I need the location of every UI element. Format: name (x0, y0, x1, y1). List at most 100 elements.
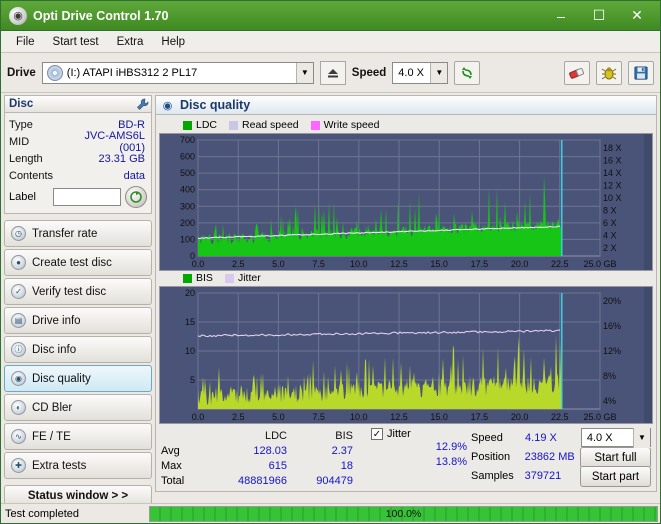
save-icon (634, 65, 648, 80)
legend-bottom: BIS Jitter (159, 271, 653, 286)
speed-row: Speed 4.19 X 4.0 X ▼ (471, 427, 651, 448)
bug-button[interactable] (596, 60, 622, 85)
refresh-button[interactable] (454, 60, 481, 85)
stats-header-row: LDC BIS (161, 428, 371, 443)
svg-text:25.0 GB: 25.0 GB (583, 259, 616, 269)
sidebar-item-create-test-disc[interactable]: ● Create test disc (4, 249, 152, 276)
ldc-chart: 0.0 2.5 5.0 7.5 10.0 12.5 15.0 17.5 20.0 22.5 25.0… (159, 133, 653, 271)
stats-row-name: Avg (161, 444, 180, 457)
disc-label-input[interactable] (53, 188, 121, 206)
disc-length-key: Length (9, 152, 43, 165)
svg-text:8%: 8% (603, 371, 616, 381)
disc-label-key: Label (9, 191, 36, 203)
save-button[interactable] (628, 60, 654, 85)
sidebar-item-disc-quality[interactable]: ◉ Disc quality (4, 365, 152, 392)
disc-refresh-icon[interactable] (125, 186, 147, 208)
cd-icon: ◐ (11, 400, 26, 415)
position-row: Position 23862 MB Start full (471, 447, 651, 468)
sidebar-item-label: Extra tests (32, 459, 87, 472)
legend-swatch-bis (183, 273, 192, 283)
sidebar-item-label: Transfer rate (32, 227, 98, 240)
erase-button[interactable] (564, 60, 590, 85)
table-row: Max 615 18 (161, 458, 371, 473)
svg-text:20.0: 20.0 (511, 259, 529, 269)
app-window: ◉ Opti Drive Control 1.70 – ☐ ✕ File Sta… (0, 0, 661, 524)
menu-item-start-test[interactable]: Start test (44, 34, 108, 50)
disc-label-row: Label (9, 186, 147, 208)
legend-label-ldc: LDC (196, 119, 218, 131)
disc-quality-title: Disc quality (180, 98, 251, 112)
check-disc-icon: ✓ (11, 284, 26, 299)
disc-panel-title: Disc (9, 98, 34, 110)
disc-row-length: Length 23.31 GB (9, 150, 147, 167)
close-button[interactable]: ✕ (618, 3, 656, 29)
menu-item-help[interactable]: Help (152, 34, 194, 50)
svg-text:18 X: 18 X (603, 143, 622, 153)
sidebar-item-disc-info[interactable]: ⓘ Disc info (4, 336, 152, 363)
sidebar-item-cd-bler[interactable]: ◐ CD Bler (4, 394, 152, 421)
svg-text:10 X: 10 X (603, 193, 622, 203)
bug-icon (601, 66, 617, 79)
chevron-down-icon[interactable]: ▼ (295, 62, 313, 83)
sidebar-item-label: CD Bler (32, 401, 73, 414)
svg-text:0.0: 0.0 (192, 412, 205, 422)
sidebar-item-fe-te[interactable]: ∿ FE / TE (4, 423, 152, 450)
jitter-checkbox-row[interactable]: ✓ Jitter (371, 428, 471, 440)
svg-text:10: 10 (185, 346, 195, 356)
start-full-button[interactable]: Start full (579, 447, 651, 468)
chevron-down-icon[interactable]: ▼ (430, 62, 448, 83)
stats-total-ldc: 48881966 (238, 474, 287, 487)
svg-text:4 X: 4 X (603, 231, 617, 241)
speed-select-bottom-value: 4.0 X (586, 431, 613, 444)
table-row: Avg 128.03 2.37 (161, 443, 371, 458)
sidebar-item-extra-tests[interactable]: ✚ Extra tests (4, 452, 152, 479)
position-label: Position (471, 450, 511, 463)
drive-select[interactable]: (I:) ATAPI iHBS312 2 PL17 ▼ (41, 61, 314, 84)
drive-icon: ▤ (11, 313, 26, 328)
speed-select[interactable]: 4.0 X ▼ (392, 61, 449, 84)
menu-item-extra[interactable]: Extra (108, 34, 153, 50)
maximize-button[interactable]: ☐ (580, 3, 618, 29)
disc-length-value: 23.31 GB (98, 152, 145, 165)
svg-text:12.5: 12.5 (390, 412, 408, 422)
disc-panel-header: Disc (4, 95, 152, 113)
quality-icon: ◉ (162, 99, 173, 112)
speed-select-bottom[interactable]: 4.0 X ▼ (580, 427, 651, 448)
svg-text:2.5: 2.5 (232, 259, 245, 269)
svg-text:12 X: 12 X (603, 181, 622, 191)
jitter-box: ✓ Jitter 12.9% 13.8% (371, 428, 471, 488)
position-value: 23862 MB (524, 450, 575, 463)
disc-type-key: Type (9, 118, 33, 131)
speed-readout-value: 4.19 X (525, 431, 557, 444)
title-bar: ◉ Opti Drive Control 1.70 – ☐ ✕ (1, 1, 660, 31)
jitter-checkbox[interactable]: ✓ (371, 428, 383, 440)
svg-text:4%: 4% (603, 396, 616, 406)
eject-button[interactable] (319, 60, 346, 85)
minimize-button[interactable]: – (542, 3, 580, 29)
table-row: Total 48881966 904479 (161, 473, 371, 488)
progress-text: 100.0% (385, 507, 422, 520)
stats-table: LDC BIS Avg 128.03 2.37 Max 615 18 Total… (161, 428, 371, 488)
bis-chart: 0.0 2.5 5.0 7.5 10.0 12.5 15.0 17.5 20.0 22.5 25.0… (159, 286, 653, 424)
svg-text:14 X: 14 X (603, 168, 622, 178)
chevron-down-icon[interactable]: ▼ (633, 427, 650, 448)
start-part-button[interactable]: Start part (579, 466, 651, 487)
speed-readout-label: Speed (471, 431, 503, 444)
svg-text:600: 600 (180, 152, 195, 162)
stats-row-name: Max (161, 459, 182, 472)
sidebar-item-verify-test-disc[interactable]: ✓ Verify test disc (4, 278, 152, 305)
svg-text:15.0: 15.0 (430, 412, 448, 422)
progress-bar: 100.0% (149, 505, 658, 522)
menu-item-file[interactable]: File (7, 34, 44, 50)
svg-text:17.5: 17.5 (471, 412, 489, 422)
sidebar-item-transfer-rate[interactable]: ◷ Transfer rate (4, 220, 152, 247)
legend-swatch-read-speed (229, 120, 239, 130)
wrench-icon[interactable] (135, 97, 149, 111)
svg-text:25.0 GB: 25.0 GB (583, 412, 616, 422)
svg-text:7.5: 7.5 (312, 412, 325, 422)
legend-top: LDC Read speed Write speed (159, 118, 653, 133)
disc-row-mid: MID JVC-AMS6L (001) (9, 130, 147, 154)
svg-text:5.0: 5.0 (272, 259, 285, 269)
sidebar-item-drive-info[interactable]: ▤ Drive info (4, 307, 152, 334)
stats-max-bis: 18 (340, 459, 353, 472)
